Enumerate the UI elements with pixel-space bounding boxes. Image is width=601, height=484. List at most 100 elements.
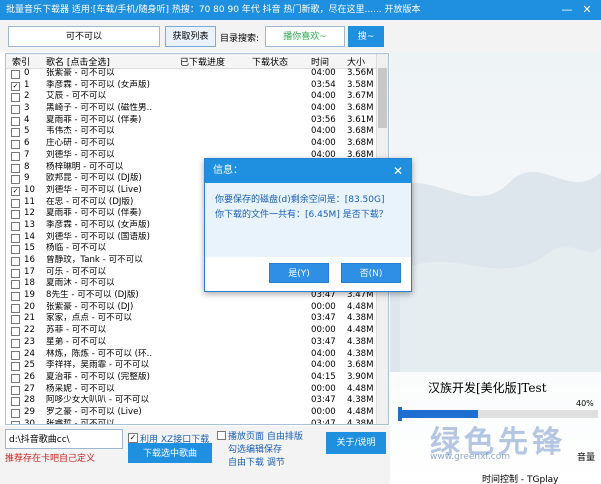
list-item[interactable]: 21 家家，点点 - 可不可以 03:47 4.38M — [6, 313, 378, 325]
no-button[interactable]: 否(N) — [341, 263, 401, 283]
list-item[interactable]: 3 黑崎子 - 可不可以 (磁性男.. 04:00 3.68M — [6, 103, 378, 115]
row-time: 00:00 — [311, 301, 336, 312]
dir-search-label: 目录搜索: — [220, 34, 260, 44]
row-checkbox[interactable] — [11, 397, 20, 407]
row-checkbox[interactable] — [11, 221, 20, 231]
row-checkbox[interactable] — [11, 245, 20, 255]
dir-search-input[interactable]: 播你喜欢~ — [265, 26, 345, 47]
list-item[interactable]: 4 夏雨菲 - 可不可以 (伴奏) 03:56 3.61M — [6, 115, 378, 127]
row-index: 29 — [24, 406, 35, 417]
row-size: 3.90M — [347, 371, 374, 382]
dialog-message-line2: 你下载的文件一共有：[6.45M] 是否下载？ — [215, 210, 388, 220]
row-checkbox[interactable] — [11, 327, 20, 337]
player-panel: 汉族开发[美化版]Test 40% 绿色先锋 www.greenxf.com 音… — [390, 52, 601, 484]
row-checkbox[interactable] — [11, 303, 20, 313]
row-checkbox[interactable] — [11, 163, 20, 173]
row-index: 3 — [24, 103, 30, 114]
header-status[interactable]: 下载状态 — [252, 55, 288, 68]
fetch-list-button[interactable]: 获取列表 — [165, 26, 216, 47]
row-time: 04:00 — [311, 103, 336, 114]
list-item[interactable]: 5 韦伟杰 - 可不可以 04:00 3.68M — [6, 126, 378, 138]
row-time: 00:00 — [311, 406, 336, 417]
option1-checkbox[interactable] — [217, 431, 226, 440]
save-path-input[interactable]: d:\抖音歌曲cc\ — [5, 429, 123, 449]
about-button[interactable]: 关于/说明 — [326, 432, 386, 454]
row-size: 4.38M — [347, 418, 374, 425]
progress-handle[interactable] — [398, 407, 402, 421]
header-index[interactable]: 索引 — [12, 55, 30, 68]
list-item[interactable]: 22 苏菲 - 可不可以 00:00 4.48M — [6, 325, 378, 337]
list-item[interactable]: 24 林炼，陈炼 - 可不可以 (环.. 04:00 4.38M — [6, 349, 378, 361]
row-size: 3.68M — [347, 360, 374, 371]
row-checkbox[interactable] — [11, 350, 20, 360]
scrollbar-thumb[interactable] — [378, 68, 387, 128]
row-checkbox[interactable]: ✓ — [11, 81, 20, 91]
row-checkbox[interactable] — [11, 116, 20, 126]
confirm-dialog: 信息： ✕ 你要保存的磁盘(d)剩余空间是：[83.50G] 你下载的文件一共有… — [204, 158, 412, 292]
row-checkbox[interactable] — [11, 338, 20, 348]
list-item[interactable]: 27 杨采妮 - 可不可以 00:00 4.48M — [6, 384, 378, 396]
row-size: 3.61M — [347, 114, 374, 125]
header-size[interactable]: 大小 — [347, 55, 365, 68]
download-selected-button[interactable]: 下载选中歌曲 — [128, 443, 212, 463]
list-item[interactable]: 30 张睿哲 - 可不可以 03:47 4.38M — [6, 418, 378, 425]
list-item[interactable]: 23 星弟 - 可不可以 03:47 4.38M — [6, 337, 378, 349]
close-button[interactable]: ✕ — [580, 3, 594, 17]
row-checkbox[interactable] — [11, 210, 20, 220]
list-item[interactable]: 28 阿哆少女大叭叭 - 可不可以 03:47 4.38M — [6, 395, 378, 407]
row-checkbox[interactable]: ✓ — [11, 186, 20, 196]
list-item[interactable]: 29 罗之豪 - 可不可以 (Live) 00:00 4.48M — [6, 407, 378, 419]
yes-button[interactable]: 是(Y) — [269, 263, 329, 283]
row-checkbox[interactable] — [11, 315, 20, 325]
row-checkbox[interactable] — [11, 105, 20, 115]
row-size: 4.48M — [347, 383, 374, 394]
minimize-button[interactable]: — — [560, 3, 574, 17]
list-item[interactable]: 6 庄心研 - 可不可以 04:00 3.68M — [6, 138, 378, 150]
row-checkbox[interactable] — [11, 385, 20, 395]
row-name: 张睿哲 - 可不可以 — [46, 418, 115, 425]
row-name: 季彦霖 - 可不可以 (女声版) — [46, 79, 150, 90]
list-item[interactable]: 20 张紫豪 - 可不可以 (DJ) 00:00 4.48M — [6, 302, 378, 314]
row-checkbox[interactable] — [11, 280, 20, 290]
row-time: 03:47 — [311, 313, 336, 324]
row-name: 林炼，陈炼 - 可不可以 (环.. — [46, 348, 153, 359]
watermark-url: www.greenxf.com — [430, 452, 511, 462]
row-checkbox[interactable] — [11, 362, 20, 372]
list-item[interactable]: 25 李祥祥，吴雨霏 - 可不可以 04:00 3.68M — [6, 360, 378, 372]
row-index: 21 — [24, 313, 35, 324]
row-index: 19 — [24, 290, 35, 301]
header-downloaded[interactable]: 已下载进度 — [180, 55, 225, 68]
row-time: 04:00 — [311, 126, 336, 137]
row-size: 4.48M — [347, 325, 374, 336]
header-time[interactable]: 时间 — [311, 55, 329, 68]
list-item[interactable]: 0 张紫豪 - 可不可以 04:00 3.56M — [6, 68, 378, 80]
xz-checkbox[interactable]: ✓ — [128, 433, 138, 443]
row-checkbox[interactable] — [11, 373, 20, 383]
search-button[interactable]: 搜~ — [348, 26, 384, 47]
row-checkbox[interactable] — [11, 198, 20, 208]
row-checkbox[interactable] — [11, 257, 20, 266]
row-size: 3.58M — [347, 79, 374, 90]
row-index: 4 — [24, 114, 30, 125]
row-index: 28 — [24, 395, 35, 406]
list-item[interactable]: 26 夏治菲 - 可不可以 (完整版) 04:15 3.90M — [6, 372, 378, 384]
header-name[interactable]: 歌名 [点击全选] — [46, 55, 110, 68]
row-checkbox[interactable] — [11, 151, 20, 161]
list-item[interactable]: 2 艾辰 - 可不可以 04:00 3.67M — [6, 91, 378, 103]
row-checkbox[interactable] — [11, 268, 20, 278]
dialog-close-icon[interactable]: ✕ — [393, 159, 403, 183]
row-index: 24 — [24, 348, 35, 359]
row-checkbox[interactable] — [11, 140, 20, 150]
row-checkbox[interactable] — [11, 93, 20, 103]
song-search-input[interactable]: 可不可以 — [8, 26, 160, 47]
row-checkbox[interactable] — [11, 420, 20, 424]
row-checkbox[interactable] — [11, 408, 20, 418]
row-index: 25 — [24, 360, 35, 371]
dialog-message-line1: 你要保存的磁盘(d)剩余空间是：[83.50G] — [215, 195, 385, 205]
row-checkbox[interactable] — [11, 175, 20, 185]
list-item[interactable]: ✓ 1 季彦霖 - 可不可以 (女声版) 03:54 3.58M — [6, 80, 378, 92]
row-checkbox[interactable] — [11, 70, 20, 79]
row-checkbox[interactable] — [11, 233, 20, 243]
row-checkbox[interactable] — [11, 292, 20, 302]
row-checkbox[interactable] — [11, 128, 20, 138]
